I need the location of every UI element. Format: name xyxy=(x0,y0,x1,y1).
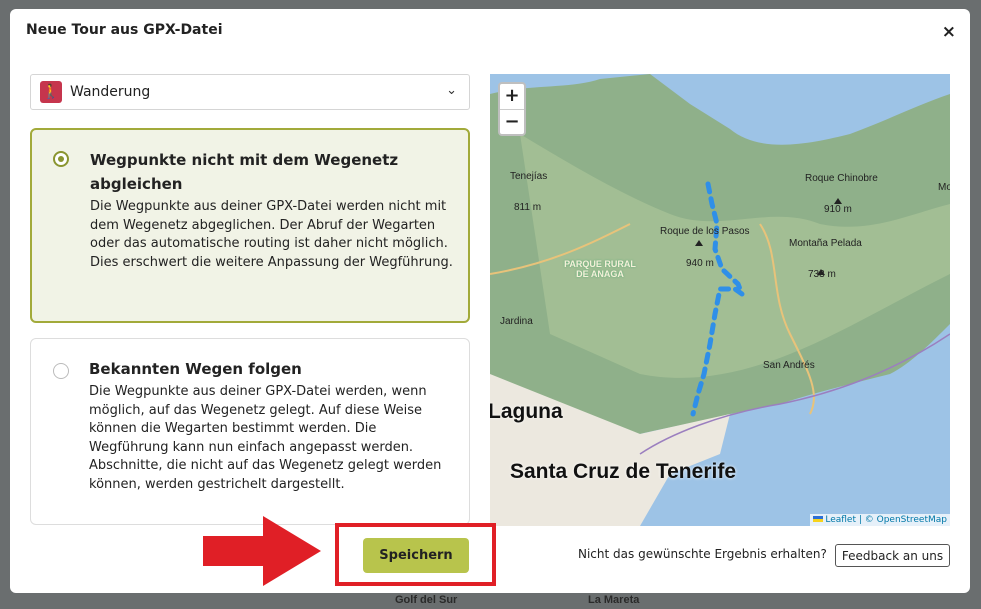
red-arrow-icon xyxy=(203,516,321,586)
feedback-button[interactable]: Feedback an uns xyxy=(835,544,950,567)
radio-selected[interactable] xyxy=(53,151,69,167)
map-label: Mo xyxy=(938,182,950,193)
hiker-icon: 🚶 xyxy=(40,81,62,103)
bg-label: Golf del Sur xyxy=(395,594,458,606)
map-label: Tenejías xyxy=(510,171,548,182)
zoom-out-button[interactable]: − xyxy=(500,109,524,134)
map-label: Montaña Pelada xyxy=(789,238,862,249)
option-text: Die Wegpunkte aus deiner GPX-Datei werde… xyxy=(89,384,442,492)
map-label-city: Laguna xyxy=(490,400,563,423)
dialog-title: Neue Tour aus GPX-Datei xyxy=(26,22,223,38)
attribution-text[interactable]: Leaflet | © OpenStreetMap xyxy=(825,515,947,525)
map-label: 910 m xyxy=(824,204,852,215)
map-label: 940 m xyxy=(686,258,714,269)
map-label: Jardina xyxy=(500,316,533,327)
feedback-question: Nicht das gewünschte Ergebnis erhalten? xyxy=(578,547,827,561)
option-text: Die Wegpunkte aus deiner GPX-Datei werde… xyxy=(90,199,453,270)
option-no-match[interactable]: Wegpunkte nicht mit dem Wegenetz abgleic… xyxy=(30,128,470,323)
new-tour-dialog: Neue Tour aus GPX-Datei × 🚶 Wanderung ⌄ … xyxy=(10,9,970,593)
close-icon[interactable]: × xyxy=(942,22,956,42)
option-title: Bekannten Wegen folgen xyxy=(89,360,302,378)
map-label-city: Santa Cruz de Tenerife xyxy=(510,460,736,483)
chevron-down-icon: ⌄ xyxy=(446,83,457,98)
option-follow-paths[interactable]: Bekannten Wegen folgen Die Wegpunkte aus… xyxy=(30,338,470,525)
map-label: San Andrés xyxy=(763,360,815,371)
map-label: Roque Chinobre xyxy=(805,173,878,184)
map-attribution[interactable]: Leaflet | © OpenStreetMap xyxy=(810,514,950,526)
map-view[interactable]: + − Tenejías 811 m Roque de los Pasos 94… xyxy=(490,74,950,526)
zoom-in-button[interactable]: + xyxy=(500,84,524,109)
map-label: 811 m xyxy=(514,202,542,213)
radio-unselected[interactable] xyxy=(53,363,69,379)
map-label: 733 m xyxy=(808,269,836,280)
map-terrain xyxy=(490,74,950,526)
ukraine-flag-icon xyxy=(813,516,824,522)
highlight-box xyxy=(335,523,496,586)
activity-select[interactable]: 🚶 Wanderung ⌄ xyxy=(30,74,470,110)
option-title: Wegpunkte nicht mit dem Wegenetz abgleic… xyxy=(90,151,399,193)
activity-value: Wanderung xyxy=(70,84,151,100)
zoom-control: + − xyxy=(498,82,526,136)
map-label: Roque de los Pasos xyxy=(660,226,750,237)
map-label: PARQUE RURAL DE ANAGA xyxy=(564,259,636,279)
bg-label: La Mareta xyxy=(588,594,640,606)
